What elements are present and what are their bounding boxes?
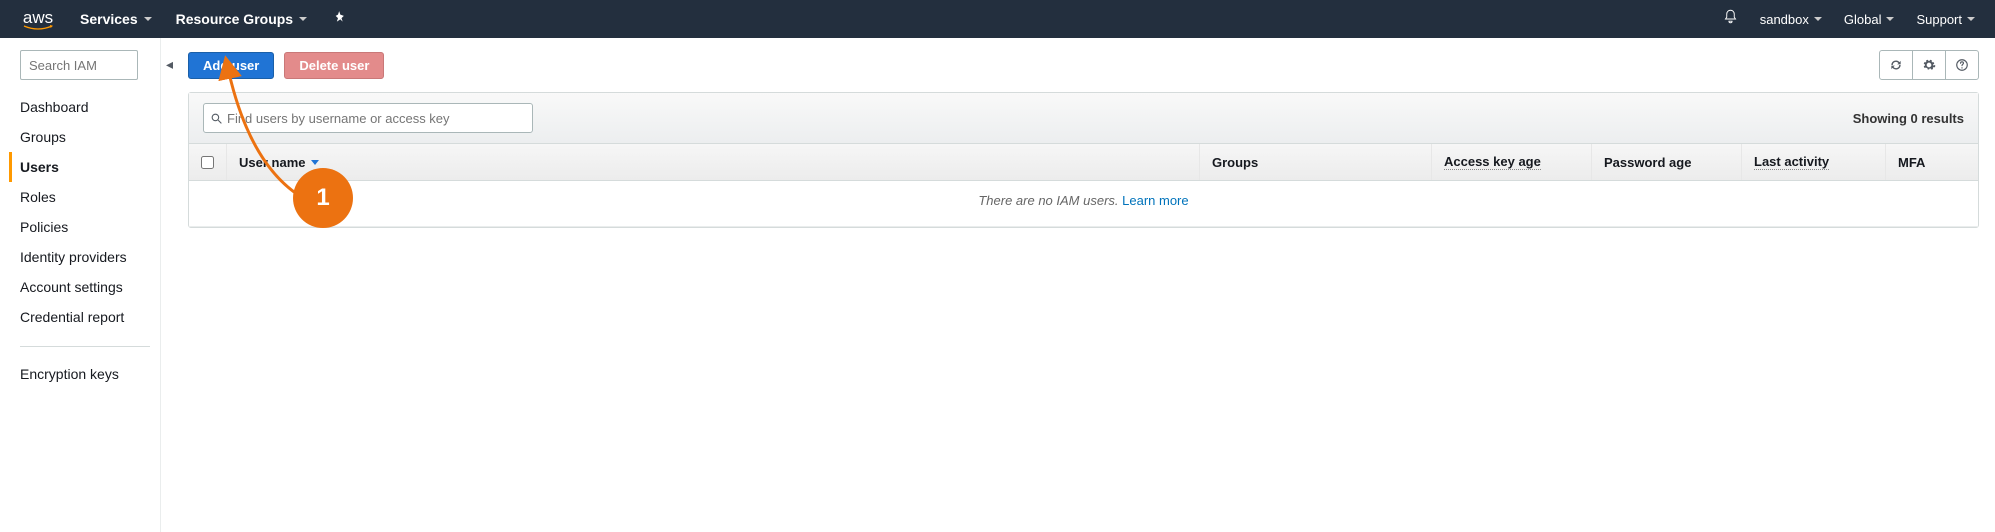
sidebar: Dashboard Groups Users Roles Policies Id… bbox=[0, 38, 160, 532]
services-menu[interactable]: Services bbox=[80, 11, 152, 27]
th-last-activity[interactable]: Last activity bbox=[1742, 144, 1886, 180]
sidebar-item-credential-report[interactable]: Credential report bbox=[20, 302, 150, 332]
th-password-age[interactable]: Password age bbox=[1592, 144, 1742, 180]
th-mfa[interactable]: MFA bbox=[1886, 144, 1978, 180]
th-last-label: Last activity bbox=[1754, 154, 1829, 170]
sidebar-divider bbox=[20, 346, 150, 347]
th-mfa-label: MFA bbox=[1898, 155, 1925, 170]
annotation-step-1: 1 bbox=[293, 168, 353, 228]
th-username[interactable]: User name bbox=[227, 144, 1200, 180]
collapse-sidebar-icon[interactable]: ◂ bbox=[166, 56, 173, 73]
results-count: Showing 0 results bbox=[1853, 111, 1964, 126]
search-users-input[interactable] bbox=[227, 111, 526, 126]
search-icon bbox=[210, 112, 223, 125]
pin-icon[interactable] bbox=[331, 10, 345, 29]
th-username-label: User name bbox=[239, 155, 305, 170]
table-header: User name Groups Access key age Password… bbox=[189, 144, 1978, 181]
sidebar-item-policies[interactable]: Policies bbox=[20, 212, 150, 242]
caret-down-icon bbox=[299, 17, 307, 21]
aws-smile-icon bbox=[20, 25, 56, 31]
help-icon bbox=[1955, 58, 1969, 72]
sidebar-collapse-column: ◂ bbox=[160, 38, 178, 532]
th-keyage-label: Access key age bbox=[1444, 154, 1541, 170]
caret-down-icon bbox=[1967, 17, 1975, 21]
main-content: Add user Delete user bbox=[178, 38, 1995, 532]
annotation-step-number: 1 bbox=[316, 184, 329, 212]
help-button[interactable] bbox=[1945, 50, 1979, 80]
th-access-key-age[interactable]: Access key age bbox=[1432, 144, 1592, 180]
sidebar-item-users[interactable]: Users bbox=[9, 152, 150, 182]
sidebar-nav: Dashboard Groups Users Roles Policies Id… bbox=[20, 92, 150, 332]
select-all-checkbox[interactable] bbox=[201, 156, 214, 169]
th-checkbox bbox=[189, 144, 227, 180]
search-iam-input[interactable] bbox=[20, 50, 138, 80]
notifications-icon[interactable] bbox=[1723, 9, 1738, 29]
refresh-icon bbox=[1889, 58, 1903, 72]
search-users-wrapper bbox=[203, 103, 533, 133]
empty-state: There are no IAM users. Learn more bbox=[189, 181, 1978, 227]
support-menu[interactable]: Support bbox=[1916, 12, 1975, 27]
delete-user-button[interactable]: Delete user bbox=[284, 52, 384, 79]
th-groups[interactable]: Groups bbox=[1200, 144, 1432, 180]
learn-more-link[interactable]: Learn more bbox=[1122, 193, 1188, 208]
sidebar-nav-secondary: Encryption keys bbox=[20, 359, 150, 389]
gear-icon bbox=[1922, 58, 1936, 72]
topnav: aws Services Resource Groups sandbox Glo… bbox=[0, 0, 1995, 38]
sidebar-item-dashboard[interactable]: Dashboard bbox=[20, 92, 150, 122]
th-pwdage-label: Password age bbox=[1604, 155, 1691, 170]
caret-down-icon bbox=[1814, 17, 1822, 21]
resource-groups-menu[interactable]: Resource Groups bbox=[176, 11, 307, 27]
caret-down-icon bbox=[1886, 17, 1894, 21]
sort-descending-icon bbox=[311, 160, 319, 165]
sidebar-item-roles[interactable]: Roles bbox=[20, 182, 150, 212]
empty-text: There are no IAM users. bbox=[978, 193, 1122, 208]
region-menu[interactable]: Global bbox=[1844, 12, 1895, 27]
caret-down-icon bbox=[144, 17, 152, 21]
th-groups-label: Groups bbox=[1212, 155, 1258, 170]
services-label: Services bbox=[80, 11, 138, 27]
support-label: Support bbox=[1916, 12, 1962, 27]
sidebar-item-encryption-keys[interactable]: Encryption keys bbox=[20, 359, 150, 389]
resource-groups-label: Resource Groups bbox=[176, 11, 293, 27]
add-user-button[interactable]: Add user bbox=[188, 52, 274, 79]
users-panel: Showing 0 results User name Groups Acces… bbox=[188, 92, 1979, 228]
aws-logo[interactable]: aws bbox=[20, 8, 56, 31]
sidebar-item-account-settings[interactable]: Account settings bbox=[20, 272, 150, 302]
region-label: Global bbox=[1844, 12, 1882, 27]
panel-toolbar: Showing 0 results bbox=[189, 93, 1978, 144]
sidebar-item-identity-providers[interactable]: Identity providers bbox=[20, 242, 150, 272]
refresh-button[interactable] bbox=[1879, 50, 1913, 80]
account-menu[interactable]: sandbox bbox=[1760, 12, 1822, 27]
sidebar-item-groups[interactable]: Groups bbox=[20, 122, 150, 152]
account-label: sandbox bbox=[1760, 12, 1809, 27]
settings-button[interactable] bbox=[1912, 50, 1946, 80]
